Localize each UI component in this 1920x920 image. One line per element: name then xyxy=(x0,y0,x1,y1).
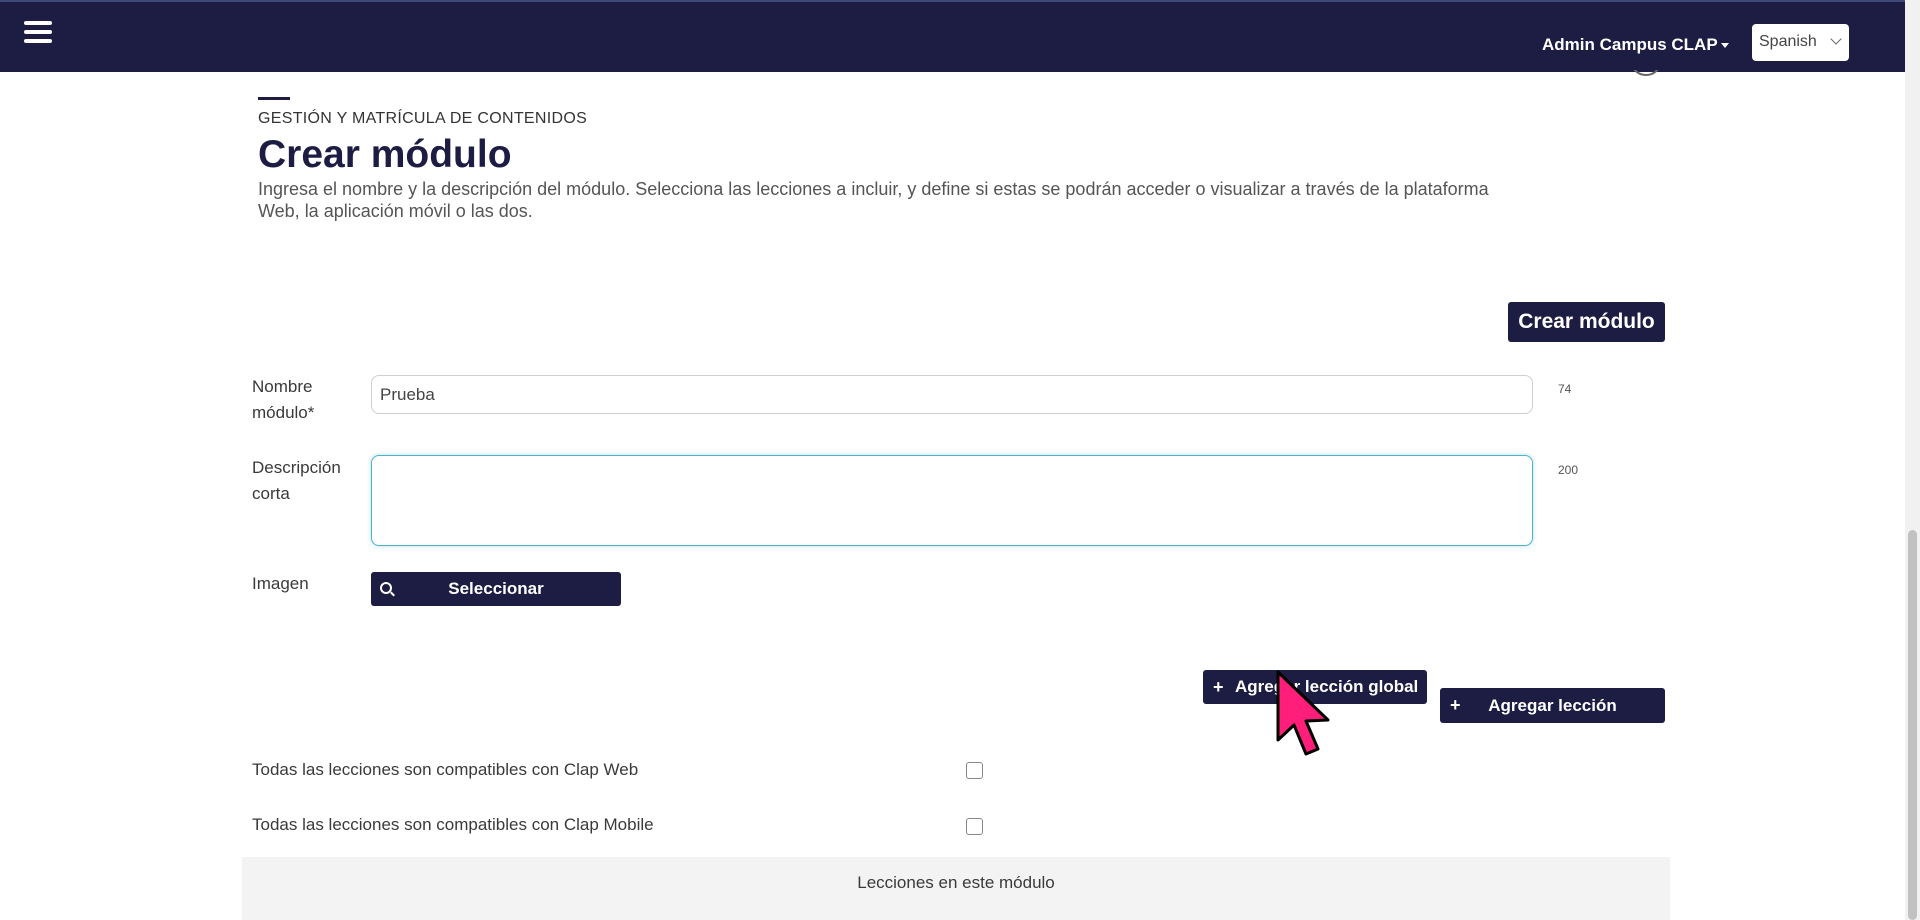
name-char-counter: 74 xyxy=(1558,382,1572,396)
scrollbar-thumb[interactable] xyxy=(1908,530,1917,920)
web-compat-label: Todas las lecciones son compatibles con … xyxy=(252,760,639,779)
top-navbar: Admin Campus CLAP Spanish xyxy=(0,0,1905,72)
chevron-down-icon xyxy=(1830,33,1842,45)
web-compat-checkbox[interactable] xyxy=(966,762,983,779)
user-menu-label: Admin Campus CLAP xyxy=(1542,35,1718,54)
language-value: Spanish xyxy=(1759,33,1817,50)
mouse-pointer-icon xyxy=(1276,670,1330,756)
lessons-section-title: Lecciones en este módulo xyxy=(857,873,1055,892)
module-name-input[interactable] xyxy=(371,375,1533,414)
mobile-compat-checkbox[interactable] xyxy=(966,818,983,835)
short-description-label: Descripción corta xyxy=(252,458,341,503)
plus-icon: + xyxy=(1450,695,1461,715)
search-icon xyxy=(380,582,392,594)
mobile-compat-label: Todas las lecciones son compatibles con … xyxy=(252,815,654,834)
name-label: Nombre módulo* xyxy=(252,377,315,422)
select-button-label: Seleccionar xyxy=(448,579,544,598)
select-image-button[interactable]: Seleccionar xyxy=(371,572,621,606)
add-lesson-button[interactable]: + Agregar lección xyxy=(1440,688,1665,723)
title-accent-line xyxy=(258,97,290,100)
hamburger-menu-icon[interactable] xyxy=(24,21,52,47)
desc-char-counter: 200 xyxy=(1558,463,1579,477)
image-label: Imagen xyxy=(252,574,309,593)
user-menu[interactable]: Admin Campus CLAP xyxy=(1542,35,1729,55)
section-subtitle: GESTIÓN Y MATRÍCULA DE CONTENIDOS xyxy=(258,110,588,127)
create-module-button[interactable]: Crear módulo xyxy=(1508,302,1665,342)
page-description: Ingresa el nombre y la descripción del m… xyxy=(258,179,1489,221)
lessons-section-header: Lecciones en este módulo xyxy=(242,857,1670,920)
page-title: Crear módulo xyxy=(258,133,512,176)
language-select[interactable]: Spanish xyxy=(1752,24,1849,61)
caret-down-icon xyxy=(1720,43,1729,49)
plus-icon: + xyxy=(1213,677,1224,697)
short-description-input[interactable] xyxy=(371,455,1533,546)
add-lesson-label: Agregar lección xyxy=(1488,696,1617,715)
